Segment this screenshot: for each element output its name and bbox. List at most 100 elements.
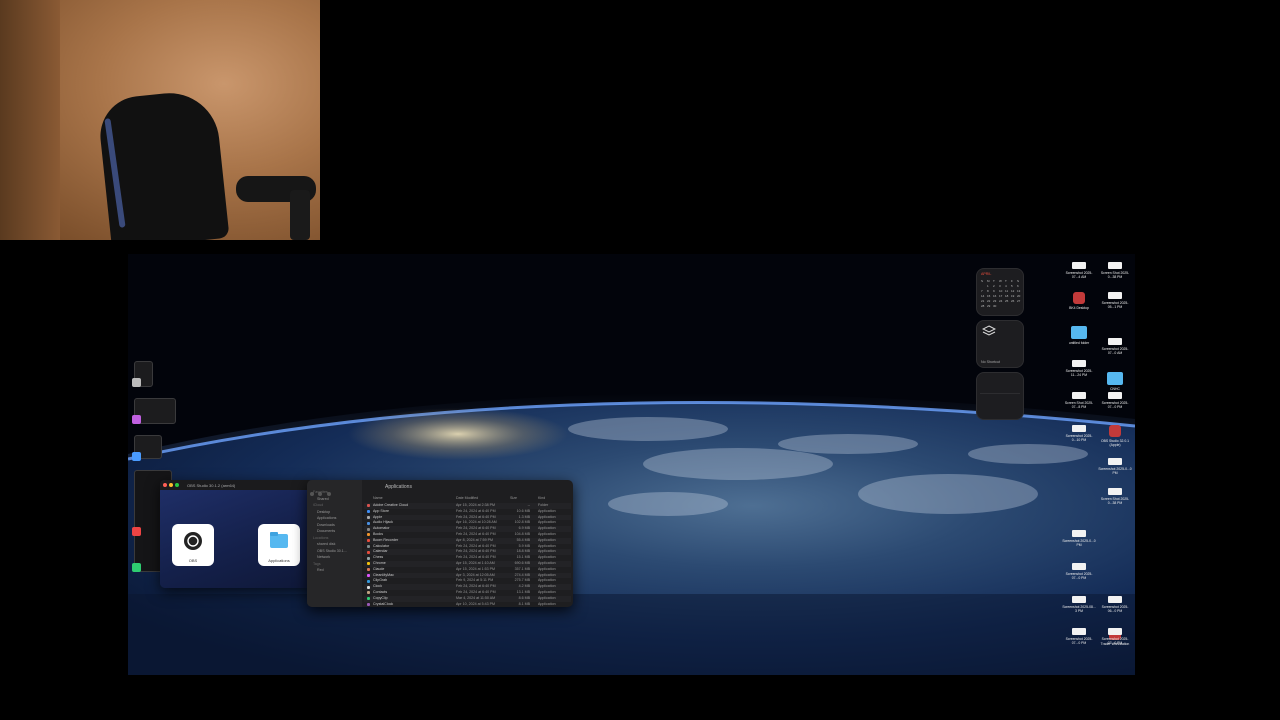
calendar-day: 20 [1017, 294, 1021, 298]
obs-logo-icon [184, 532, 202, 550]
file-name: CrystalClock [373, 601, 394, 606]
desktop-item-label: Screen Shot 2025-0...38 PM [1100, 497, 1130, 505]
calendar-month: APRIL [981, 272, 992, 276]
desktop-item-label: Screenshot 2025-11...24 PM [1065, 369, 1093, 377]
calendar-day: 21 [981, 299, 985, 303]
screenshot-thumbnail-icon [1108, 262, 1122, 269]
app-icon [367, 544, 370, 548]
screenshot-thumbnail-icon [1072, 392, 1086, 399]
calendar-day: 19 [1011, 294, 1015, 298]
app-icon [367, 562, 370, 566]
app-icon [367, 591, 370, 595]
desktop-screenshot[interactable]: Screen Shot 2025-07...8 PM [1062, 392, 1096, 409]
finder-window[interactable]: Favorites Shared iCloud Desktop Applications… [307, 480, 573, 607]
calendar-day [1011, 304, 1016, 308]
desktop-app[interactable]: OBS Studio 32.0.1 (Apple) [1098, 425, 1132, 447]
widget-divider [980, 393, 1020, 394]
obs-titlebar[interactable]: OBS Studio 30.1.2 (arm64) [160, 480, 314, 490]
calendar-day: 9 [993, 289, 995, 293]
app-icon [367, 527, 370, 531]
screenshot-thumbnail-icon [1072, 360, 1086, 367]
calendar-grid: S M T W T F S 1 2 3 4 5 6 7 8 9 10 11 12 13 14 15 16 17 18 19 20 21… [981, 279, 1022, 308]
screenshot-thumbnail-icon [1072, 563, 1086, 570]
desktop-screenshot[interactable]: Screenshot 2025-07...4 AM [1062, 262, 1096, 279]
desktop-item-label: Screenshot 2025-07...0 PM [1101, 401, 1129, 409]
folder-icon [1107, 372, 1123, 385]
app-icon [132, 563, 141, 572]
webcam-wall [0, 0, 60, 240]
desktop-screenshot[interactable]: Screenshot 2025-07...0 PM [1098, 628, 1132, 645]
calendar-day: 22 [987, 299, 991, 303]
desktop[interactable] [128, 254, 1135, 675]
minimize-icon[interactable] [169, 483, 173, 487]
calendar-day: 11 [1005, 289, 1009, 293]
calendar-day: 5 [1011, 284, 1013, 288]
screenshot-thumbnail-icon [1072, 628, 1086, 635]
file-size: 8.1 MB [518, 601, 530, 606]
column-headers: Name Date Modified Size Kind [364, 496, 571, 502]
desktop-screenshot[interactable]: Screenshot 2025-06...0 PM [1098, 596, 1132, 613]
app-icon [132, 527, 141, 536]
desktop-screenshot[interactable]: Screenshot 2025-0...10 PM [1062, 425, 1096, 442]
sidebar-item[interactable]: Red [307, 567, 362, 574]
app-icon [367, 597, 370, 601]
desktop-screenshot[interactable]: Screenshot 2025-07...0 PM [1098, 392, 1132, 409]
desktop-item-label: Screenshot 2025-07...0 PM [1065, 572, 1093, 580]
file-list: Adobe Creative Cloud Apr 15, 2024 at 2:38… [364, 503, 571, 607]
obs-window[interactable]: OBS Studio 30.1.2 (arm64) OBS Applicatio… [160, 480, 314, 588]
desktop-item-label: CNHC [1110, 387, 1120, 391]
applications-tile[interactable]: Applications [258, 524, 300, 566]
desktop-screenshot[interactable]: Screenshot 2025-08... 3 PM [1062, 596, 1096, 613]
obs-title: OBS Studio 30.1.2 (arm64) [187, 482, 236, 488]
desktop-folder[interactable]: CNHC [1098, 372, 1132, 391]
calendar-day: 15 [987, 294, 991, 298]
desktop-screenshot[interactable]: Screenshot 2025-05...1 PM [1098, 292, 1132, 309]
col-name[interactable]: Name [373, 496, 383, 500]
screenshot-thumbnail-icon [1108, 292, 1122, 299]
screenshot-thumbnail-icon [1108, 458, 1122, 465]
desktop-screenshot[interactable]: Screenshot 2025-0...0 PM [1062, 530, 1096, 547]
zoom-icon[interactable] [175, 483, 179, 487]
calendar-widget[interactable]: APRIL S M T W T F S 1 2 3 4 5 6 7 8 9 10 11 12 13 14 15 16 17 18… [976, 268, 1024, 316]
file-row[interactable]: CrystalClock Apr 10, 2024 at 5:43 PM 8.1 M… [364, 602, 571, 607]
desktop-screenshot[interactable]: Screenshot 2025-07...0 PM [1062, 563, 1096, 580]
calendar-day: S [981, 279, 984, 283]
desktop-item-label: BK4 Desktop [1069, 306, 1089, 310]
desktop-folder[interactable]: untitled folder [1062, 326, 1096, 345]
chair-post [290, 190, 310, 240]
file-date: Apr 10, 2024 at 5:43 PM [456, 601, 495, 606]
calendar-day: F [1011, 279, 1013, 283]
close-icon[interactable] [163, 483, 167, 487]
calendar-day: 27 [1017, 299, 1021, 303]
app-icon [1109, 425, 1121, 437]
app-icon [367, 533, 370, 537]
finder-sidebar: Favorites Shared iCloud Desktop Applications… [307, 480, 362, 607]
app-icon [367, 510, 370, 514]
screenshot-thumbnail-icon [1108, 488, 1122, 495]
desktop-app[interactable]: BK4 Desktop [1062, 292, 1096, 310]
desktop-screenshot[interactable]: Screen Shot 2025-0...38 PM [1098, 488, 1132, 505]
calendar-day: 6 [1017, 284, 1019, 288]
desktop-screenshot[interactable]: Screenshot 2025-07...0 AM [1098, 338, 1132, 355]
shortcuts-widget[interactable]: No Shortcut [976, 320, 1024, 368]
calendar-day: 12 [1011, 289, 1015, 293]
desktop-screenshot[interactable]: Screen Shot 2025-0...38 PM [1098, 262, 1132, 279]
app-icon [367, 550, 370, 554]
app-icon [367, 521, 370, 525]
calendar-day: 29 [987, 304, 991, 308]
obs-app-tile[interactable]: OBS [172, 524, 214, 566]
calendar-day [999, 304, 1004, 308]
desktop-screenshot[interactable]: Screenshot 2025-07...0 PM [1062, 628, 1096, 645]
col-kind[interactable]: Kind [538, 496, 545, 500]
calendar-day [1017, 304, 1022, 308]
col-date[interactable]: Date Modified [456, 496, 478, 500]
calendar-day [1005, 304, 1010, 308]
desktop-screenshot[interactable]: Screenshot 2025-11...24 PM [1062, 360, 1096, 377]
empty-widget[interactable] [976, 372, 1024, 420]
shortcuts-icon [982, 325, 996, 336]
desktop-screenshot[interactable]: Screenshot 2025-0...0 PM [1098, 458, 1132, 475]
screenshot-thumbnail-icon [1108, 628, 1122, 635]
col-size[interactable]: Size [510, 496, 517, 500]
desktop-item-label: Screenshot 2025-07...0 AM [1101, 347, 1129, 355]
desktop-item-label: Screenshot 2025-05...1 PM [1101, 301, 1129, 309]
